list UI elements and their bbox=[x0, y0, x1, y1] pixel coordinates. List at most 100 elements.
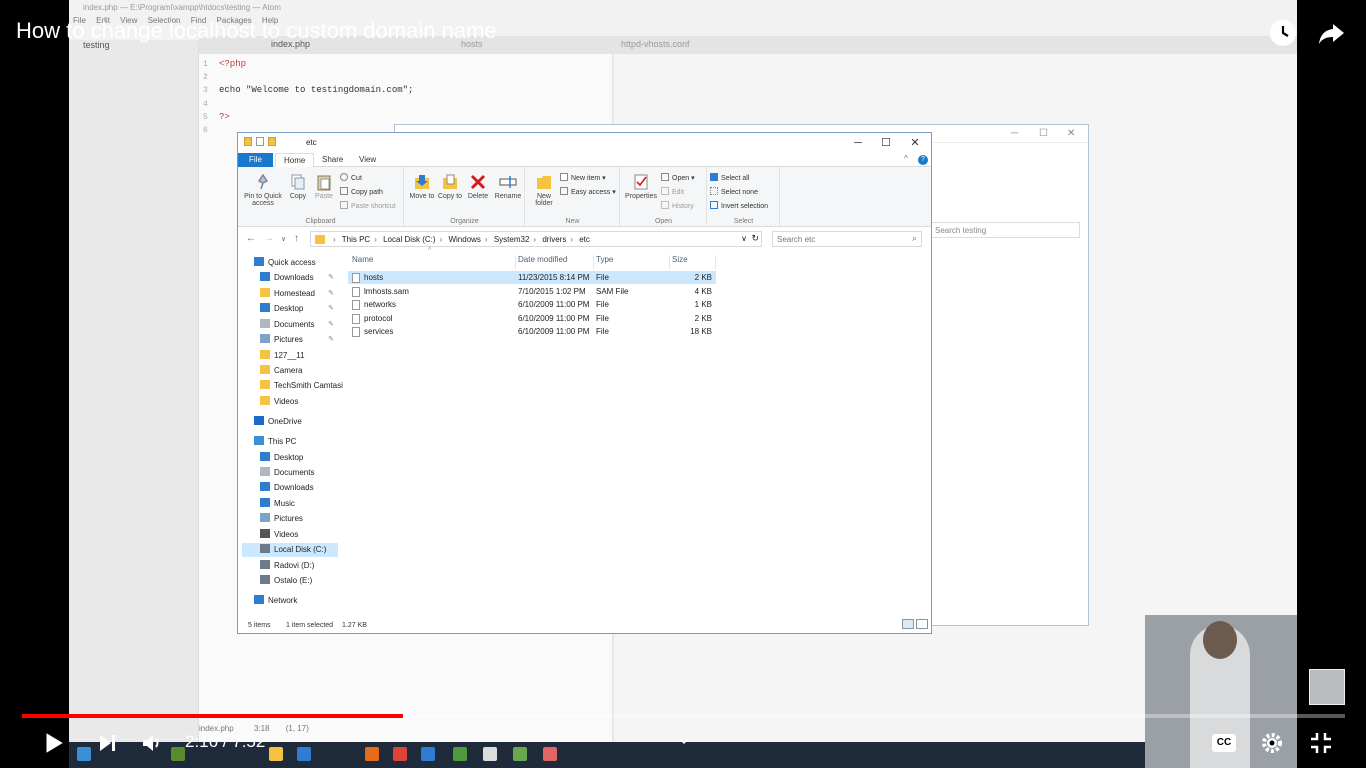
progress-bar[interactable] bbox=[22, 714, 1345, 718]
help-icon[interactable]: ? bbox=[918, 155, 928, 165]
copy-path-button[interactable]: Copy path bbox=[340, 187, 383, 196]
breadcrumb-item[interactable]: Local Disk (C:) bbox=[383, 235, 435, 244]
next-icon[interactable] bbox=[96, 731, 120, 755]
nav-item[interactable]: Desktop ✎ bbox=[242, 302, 338, 316]
cut-button[interactable]: Cut bbox=[340, 173, 362, 182]
search-input[interactable]: Search etc ⌕ bbox=[772, 231, 922, 247]
copy-to-button[interactable]: Copy to bbox=[437, 173, 463, 200]
close-icon[interactable]: ✕ bbox=[1067, 128, 1075, 139]
captions-button[interactable]: CC bbox=[1212, 734, 1236, 752]
nav-item[interactable]: Pictures bbox=[242, 512, 338, 526]
chevron-down-icon[interactable]: ∨ bbox=[741, 234, 747, 243]
maximize-button[interactable]: ☐ bbox=[872, 135, 900, 151]
file-row[interactable]: lmhosts.sam 7/10/2015 1:02 PM SAM File 4 KB bbox=[348, 285, 716, 298]
navigation-pane[interactable]: Quick access Downloads ✎ Homestead ✎ Desktop ✎… bbox=[238, 251, 343, 619]
chevron-down-icon[interactable] bbox=[676, 733, 692, 749]
breadcrumb-item[interactable]: drivers bbox=[542, 235, 566, 244]
nav-item[interactable]: Videos bbox=[242, 528, 338, 542]
details-view-icon[interactable] bbox=[902, 619, 914, 629]
file-row[interactable]: networks 6/10/2009 11:00 PM File 1 KB bbox=[348, 298, 716, 311]
new-folder-button[interactable]: New folder bbox=[530, 173, 558, 207]
video-player[interactable]: index.php — E:\Programi\xampp\htdocs\tes… bbox=[0, 0, 1366, 768]
breadcrumb-item[interactable]: This PC bbox=[342, 235, 370, 244]
new-item-button[interactable]: New item ▾ bbox=[560, 173, 606, 182]
background-search-input[interactable]: Search testing bbox=[930, 222, 1080, 238]
nav-item[interactable]: 127__11 bbox=[242, 349, 338, 363]
exit-fullscreen-icon[interactable] bbox=[1309, 731, 1333, 755]
play-icon[interactable] bbox=[40, 730, 66, 756]
nav-item[interactable]: OneDrive bbox=[242, 415, 338, 429]
nav-item[interactable]: Downloads bbox=[242, 481, 338, 495]
file-row[interactable]: hosts 11/23/2015 8:14 PM File 2 KB bbox=[348, 271, 716, 284]
column-header-type[interactable]: Type bbox=[596, 255, 670, 269]
volume-icon[interactable] bbox=[140, 731, 164, 755]
properties-button[interactable]: Properties bbox=[623, 173, 659, 200]
settings-gear-icon[interactable] bbox=[1260, 731, 1284, 755]
file-row[interactable]: services 6/10/2009 11:00 PM File 18 KB bbox=[348, 325, 716, 338]
paste-button[interactable]: Paste bbox=[312, 173, 336, 200]
tab-home[interactable]: Home bbox=[275, 153, 315, 167]
nav-item[interactable]: TechSmith Camtasi bbox=[242, 379, 343, 393]
back-arrow-icon[interactable]: ← bbox=[246, 233, 256, 244]
select-all-button[interactable]: Select all bbox=[710, 173, 749, 182]
nav-item[interactable]: Radovi (D:) bbox=[242, 559, 338, 573]
nav-item[interactable]: Homestead ✎ bbox=[242, 287, 338, 301]
tab-share[interactable]: Share bbox=[314, 153, 351, 167]
video-title[interactable]: How to change localhost to custom domain… bbox=[16, 18, 497, 44]
nav-item[interactable]: Quick access bbox=[242, 256, 338, 270]
breadcrumb-item[interactable]: System32 bbox=[494, 235, 530, 244]
column-header-date[interactable]: Date modified bbox=[518, 255, 594, 269]
forward-arrow-icon[interactable]: → bbox=[264, 233, 274, 244]
breadcrumb-item[interactable]: etc bbox=[579, 235, 590, 244]
nav-item[interactable]: Music bbox=[242, 497, 338, 511]
paste-shortcut-button[interactable]: Paste shortcut bbox=[340, 201, 396, 210]
move-to-button[interactable]: Move to bbox=[409, 173, 435, 200]
recent-chevron-icon[interactable]: ∨ bbox=[281, 235, 286, 243]
nav-item[interactable]: Ostalo (E:) bbox=[242, 574, 338, 588]
nav-item[interactable]: Local Disk (C:) bbox=[242, 543, 338, 557]
column-header-size[interactable]: Size bbox=[672, 255, 716, 269]
easy-access-button[interactable]: Easy access ▾ bbox=[560, 187, 616, 196]
share-icon[interactable] bbox=[1316, 18, 1346, 48]
history-button[interactable]: History bbox=[661, 201, 694, 210]
chevron-up-icon[interactable]: ^ bbox=[904, 154, 908, 163]
invert-selection-button[interactable]: Invert selection bbox=[710, 201, 768, 210]
pin-quick-access-button[interactable]: Pin to Quick access bbox=[242, 173, 284, 207]
nav-item[interactable]: Documents ✎ bbox=[242, 318, 338, 332]
pin-icon: ✎ bbox=[328, 290, 334, 297]
tab-view[interactable]: View bbox=[351, 153, 384, 167]
select-none-button[interactable]: Select none bbox=[710, 187, 758, 196]
nav-item[interactable]: Desktop bbox=[242, 451, 338, 465]
breadcrumb-item[interactable]: Windows bbox=[448, 235, 480, 244]
minimize-icon[interactable]: ─ bbox=[1011, 128, 1018, 139]
nav-item[interactable]: Downloads ✎ bbox=[242, 271, 338, 285]
rename-button[interactable]: Rename bbox=[493, 173, 523, 200]
nav-item[interactable]: Pictures ✎ bbox=[242, 333, 338, 347]
maximize-icon[interactable]: ☐ bbox=[1039, 128, 1048, 139]
file-explorer-window[interactable]: etc ─ ☐ ✕ File Home Share View ? ^ Pin t… bbox=[237, 132, 932, 634]
tab-httpd-vhosts[interactable]: httpd-vhosts.conf bbox=[621, 39, 690, 49]
delete-button[interactable]: Delete bbox=[465, 173, 491, 200]
nav-item[interactable]: Network bbox=[242, 594, 338, 608]
address-bar[interactable]: › This PC › Local Disk (C:) › Windows › Sys… bbox=[310, 231, 762, 247]
nav-item[interactable]: Camera bbox=[242, 364, 338, 378]
file-row[interactable]: protocol 6/10/2009 11:00 PM File 2 KB bbox=[348, 312, 716, 325]
copy-button[interactable]: Copy bbox=[286, 173, 310, 200]
video-frame[interactable]: index.php — E:\Programi\xampp\htdocs\tes… bbox=[69, 0, 1297, 768]
refresh-icon[interactable]: ↻ bbox=[751, 233, 759, 244]
close-button[interactable]: ✕ bbox=[901, 135, 929, 151]
column-header-name[interactable]: Name bbox=[352, 255, 516, 269]
open-button[interactable]: Open ▾ bbox=[661, 173, 695, 182]
watch-later-icon[interactable] bbox=[1268, 18, 1298, 48]
channel-watermark[interactable] bbox=[1309, 669, 1345, 705]
edit-button[interactable]: Edit bbox=[661, 187, 684, 196]
file-list[interactable]: Name Date modified Type Size ^ hosts 11/2… bbox=[348, 247, 718, 611]
nav-item[interactable]: Documents bbox=[242, 466, 338, 480]
minimize-button[interactable]: ─ bbox=[844, 135, 872, 151]
large-icons-view-icon[interactable] bbox=[916, 619, 928, 629]
nav-item[interactable]: This PC bbox=[242, 435, 338, 449]
nav-item[interactable]: Videos bbox=[242, 395, 338, 409]
quick-access-toolbar[interactable] bbox=[244, 137, 304, 149]
up-arrow-icon[interactable]: ↑ bbox=[294, 233, 299, 244]
tab-file[interactable]: File bbox=[238, 153, 273, 167]
